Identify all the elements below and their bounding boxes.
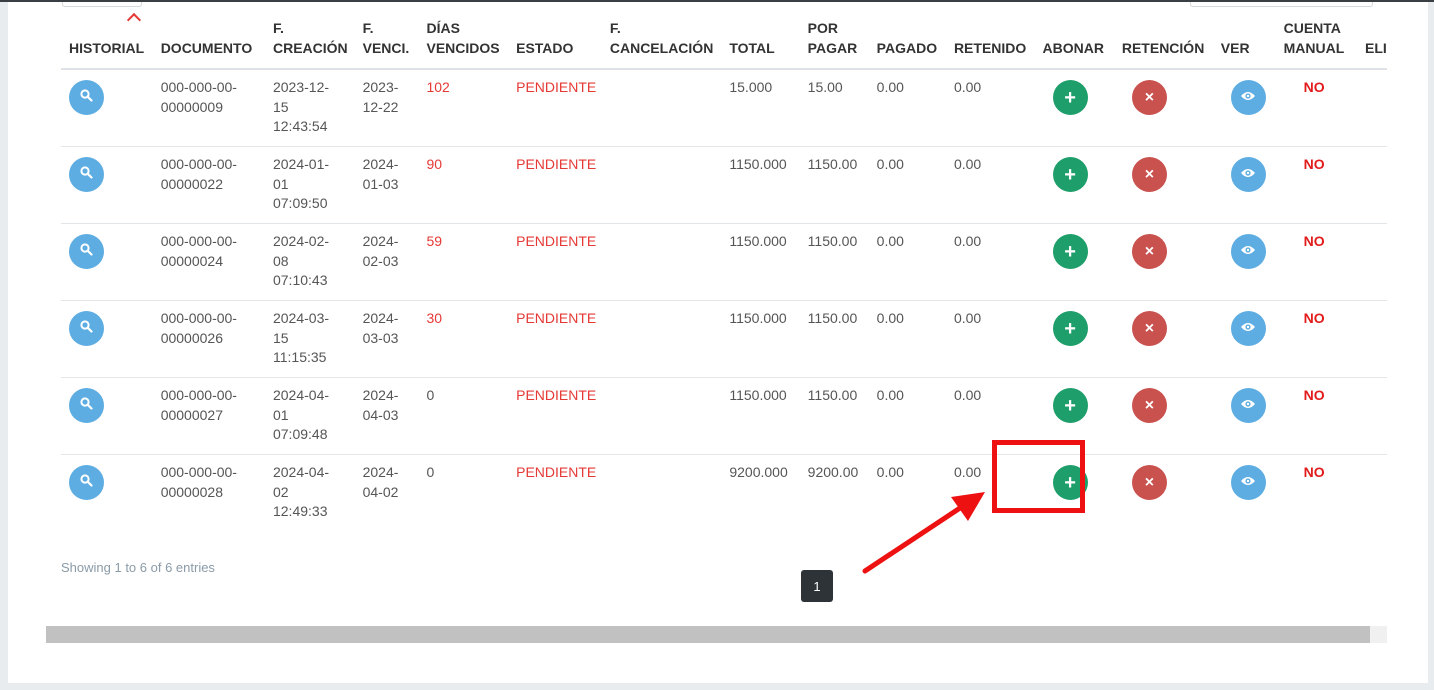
annotation-arrow-icon <box>862 492 985 574</box>
